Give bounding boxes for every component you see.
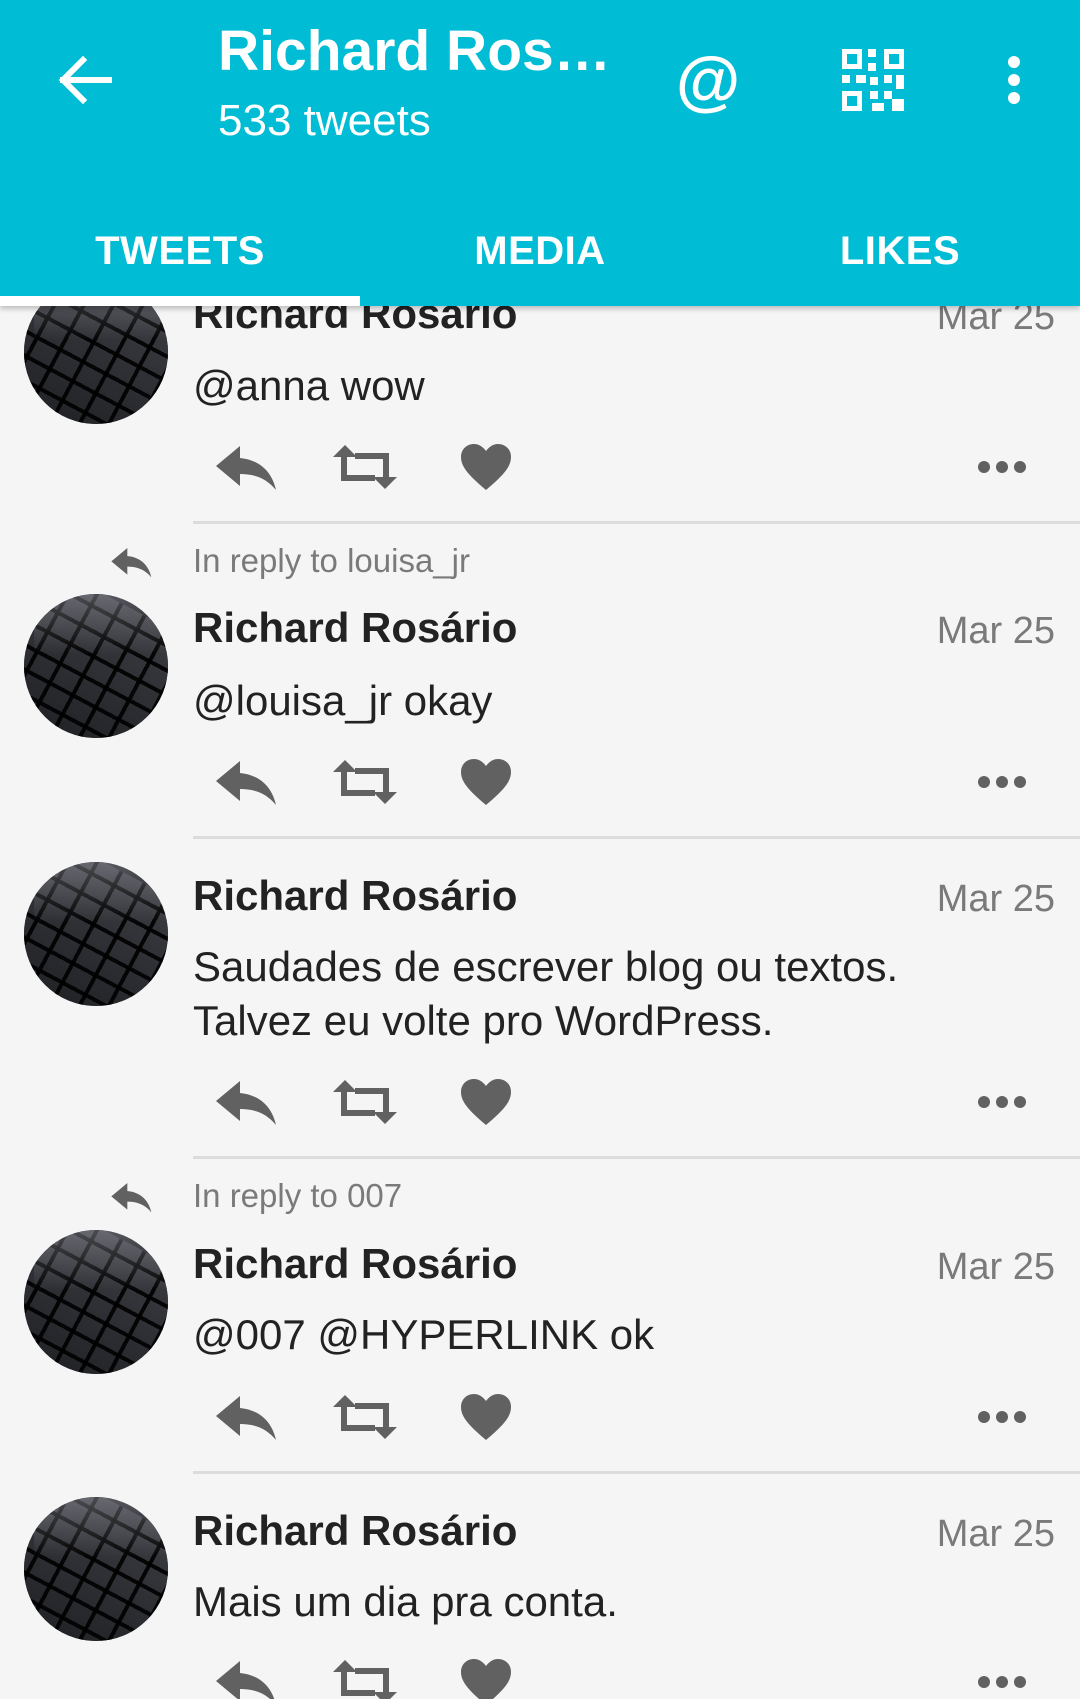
- avatar[interactable]: [24, 1230, 168, 1374]
- retweet-icon: [333, 760, 397, 804]
- retweet-button[interactable]: [330, 1652, 400, 1699]
- tweet-actions: [0, 1072, 1080, 1132]
- reply-icon: [111, 548, 152, 578]
- reply-button[interactable]: [212, 1652, 282, 1699]
- tab-likes[interactable]: LIKES: [720, 196, 1080, 306]
- tweet-author-name[interactable]: Richard Rosário: [193, 1240, 517, 1288]
- tweet-text: @louisa_jr okay: [193, 677, 493, 724]
- in-reply-to-header[interactable]: In reply to louisa_jr: [0, 536, 1080, 586]
- more-vert-icon: [1008, 56, 1020, 104]
- avatar[interactable]: [24, 1497, 168, 1641]
- tweet-author-name[interactable]: Richard Rosário: [193, 1507, 517, 1555]
- in-reply-to-text: In reply to louisa_jr: [193, 542, 470, 579]
- tweet-date: Mar 25: [936, 1513, 1055, 1555]
- more-horiz-icon: [978, 461, 1026, 473]
- tweet-date: Mar 25: [936, 1246, 1055, 1288]
- more-horiz-icon: [978, 776, 1026, 788]
- like-button[interactable]: [455, 1072, 517, 1132]
- reply-icon: [216, 761, 276, 805]
- overflow-menu-button[interactable]: [990, 45, 1038, 115]
- reply-button[interactable]: [212, 437, 282, 497]
- more-horiz-icon: [978, 1676, 1026, 1688]
- heart-icon: [461, 759, 511, 805]
- back-button[interactable]: [50, 40, 120, 120]
- reply-icon: [216, 1081, 276, 1125]
- retweet-button[interactable]: [330, 1387, 400, 1447]
- mention-button[interactable]: @: [672, 40, 744, 120]
- tab-bar: TWEETS MEDIA LIKES: [0, 196, 1080, 306]
- heart-icon: [461, 1394, 511, 1440]
- like-button[interactable]: [455, 437, 517, 497]
- in-reply-to-header[interactable]: In reply to 007: [0, 1171, 1080, 1221]
- heart-icon: [461, 444, 511, 490]
- like-button[interactable]: [455, 752, 517, 812]
- like-button[interactable]: [455, 1652, 517, 1699]
- retweet-icon: [333, 445, 397, 489]
- tweet-text: @anna wow: [193, 362, 425, 409]
- retweet-button[interactable]: [330, 437, 400, 497]
- tweet-author-name[interactable]: Richard Rosário: [193, 872, 517, 920]
- tweet-more-button[interactable]: [972, 1072, 1032, 1132]
- page-title: Richard Ros…: [218, 19, 611, 83]
- reply-button[interactable]: [212, 1072, 282, 1132]
- reply-icon: [111, 1183, 152, 1213]
- reply-button[interactable]: [212, 752, 282, 812]
- tweet-actions: [0, 437, 1080, 497]
- tweet-date: Mar 25: [936, 878, 1055, 920]
- reply-icon: [216, 446, 276, 490]
- tweet-actions: [0, 752, 1080, 812]
- app-bar: Richard Ros… 533 tweets @ TWEETS MEDIA L…: [0, 0, 1080, 306]
- avatar[interactable]: [24, 594, 168, 738]
- tab-media[interactable]: MEDIA: [360, 196, 720, 306]
- tweet-more-button[interactable]: [972, 437, 1032, 497]
- tweet-more-button[interactable]: [972, 752, 1032, 812]
- tweet-author-name[interactable]: Richard Rosário: [193, 604, 517, 652]
- qr-code-icon: [842, 49, 904, 111]
- tweet-count: 533 tweets: [218, 96, 431, 145]
- reply-icon: [216, 1661, 275, 1699]
- tweet-actions: [0, 1387, 1080, 1447]
- tweet-divider: [193, 836, 1080, 839]
- in-reply-to-text: In reply to 007: [193, 1177, 403, 1214]
- heart-icon: [461, 1659, 511, 1699]
- tweet-divider: [193, 1156, 1080, 1159]
- tweet-text: Saudades de escrever blog ou textos. Tal…: [193, 943, 899, 1044]
- like-button[interactable]: [455, 1387, 517, 1447]
- tweet-divider: [193, 521, 1080, 524]
- tweet-text: @007 @HYPERLINK ok: [193, 1311, 655, 1358]
- retweet-icon: [333, 1395, 397, 1439]
- at-icon: @: [675, 43, 741, 117]
- reply-icon: [216, 1396, 276, 1440]
- avatar[interactable]: [24, 862, 168, 1006]
- arrow-left-icon: [58, 56, 112, 104]
- qr-code-button[interactable]: [838, 45, 908, 115]
- heart-icon: [461, 1079, 511, 1125]
- retweet-icon: [333, 1660, 397, 1699]
- tweet-text: Mais um dia pra conta.: [193, 1578, 618, 1625]
- tweet-more-button[interactable]: [972, 1652, 1032, 1699]
- tweet-actions: [0, 1652, 1080, 1699]
- tweet-more-button[interactable]: [972, 1387, 1032, 1447]
- retweet-button[interactable]: [330, 752, 400, 812]
- tweet-date: Mar 25: [936, 610, 1055, 652]
- tweet-divider: [193, 1471, 1080, 1474]
- reply-button[interactable]: [212, 1387, 282, 1447]
- retweet-icon: [333, 1080, 397, 1124]
- more-horiz-icon: [978, 1411, 1026, 1423]
- retweet-button[interactable]: [330, 1072, 400, 1132]
- tab-tweets[interactable]: TWEETS: [0, 196, 360, 306]
- more-horiz-icon: [978, 1096, 1026, 1108]
